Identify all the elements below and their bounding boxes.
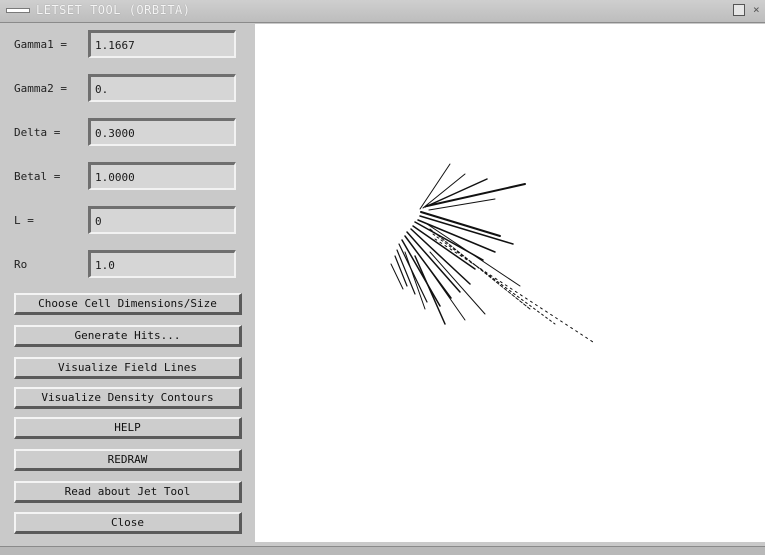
maximize-icon[interactable] [733, 4, 745, 16]
field-line [424, 178, 488, 208]
l-label: L = [14, 214, 34, 227]
gamma2-input[interactable]: 0. [88, 74, 236, 102]
field-delta: Delta = 0.3000 [8, 116, 248, 150]
read-about-jet-tool-button[interactable]: Read about Jet Tool [14, 481, 242, 503]
delta-label: Delta = [14, 126, 61, 139]
field-betal: Betal = 1.0000 [8, 160, 248, 194]
field-line [412, 225, 476, 270]
gamma1-input[interactable]: 1.1667 [88, 30, 236, 58]
field-lines-plot [390, 163, 594, 343]
title-bar: LETSET TOOL (ORBITA) × [0, 0, 765, 23]
field-gamma1: Gamma1 = 1.1667 [8, 28, 248, 62]
redraw-button[interactable]: REDRAW [14, 449, 242, 471]
field-line [426, 183, 526, 207]
field-line [429, 251, 486, 315]
delta-input[interactable]: 0.3000 [88, 118, 236, 146]
ro-input[interactable]: 1.0 [88, 250, 236, 278]
betal-input[interactable]: 1.0000 [88, 162, 236, 190]
gamma1-label: Gamma1 = [14, 38, 67, 51]
choose-cell-dimensions-button[interactable]: Choose Cell Dimensions/Size [14, 293, 242, 315]
help-button[interactable]: HELP [14, 417, 242, 439]
control-panel: Gamma1 = 1.1667 Gamma2 = 0. Delta = 0.30… [8, 28, 248, 540]
field-ro: Ro 1.0 [8, 248, 248, 282]
close-icon[interactable]: × [753, 4, 765, 16]
field-l: L = 0 [8, 204, 248, 238]
close-button[interactable]: Close [14, 512, 242, 534]
window-title: LETSET TOOL (ORBITA) [36, 3, 191, 17]
visualize-density-contours-button[interactable]: Visualize Density Contours [14, 387, 242, 409]
window-menu-icon[interactable] [6, 6, 30, 14]
field-line [390, 263, 404, 290]
ro-label: Ro [14, 258, 28, 271]
field-gamma2: Gamma2 = 0. [8, 72, 248, 106]
field-lines [390, 163, 594, 343]
generate-hits-button[interactable]: Generate Hits... [14, 325, 242, 347]
field-line [404, 251, 426, 310]
betal-label: Betal = [14, 170, 61, 183]
plot-canvas[interactable] [255, 24, 765, 542]
field-line [432, 233, 556, 325]
l-input[interactable]: 0 [88, 206, 236, 234]
gamma2-label: Gamma2 = [14, 82, 67, 95]
field-line [426, 223, 521, 287]
visualize-field-lines-button[interactable]: Visualize Field Lines [14, 357, 242, 379]
field-line [414, 255, 446, 325]
